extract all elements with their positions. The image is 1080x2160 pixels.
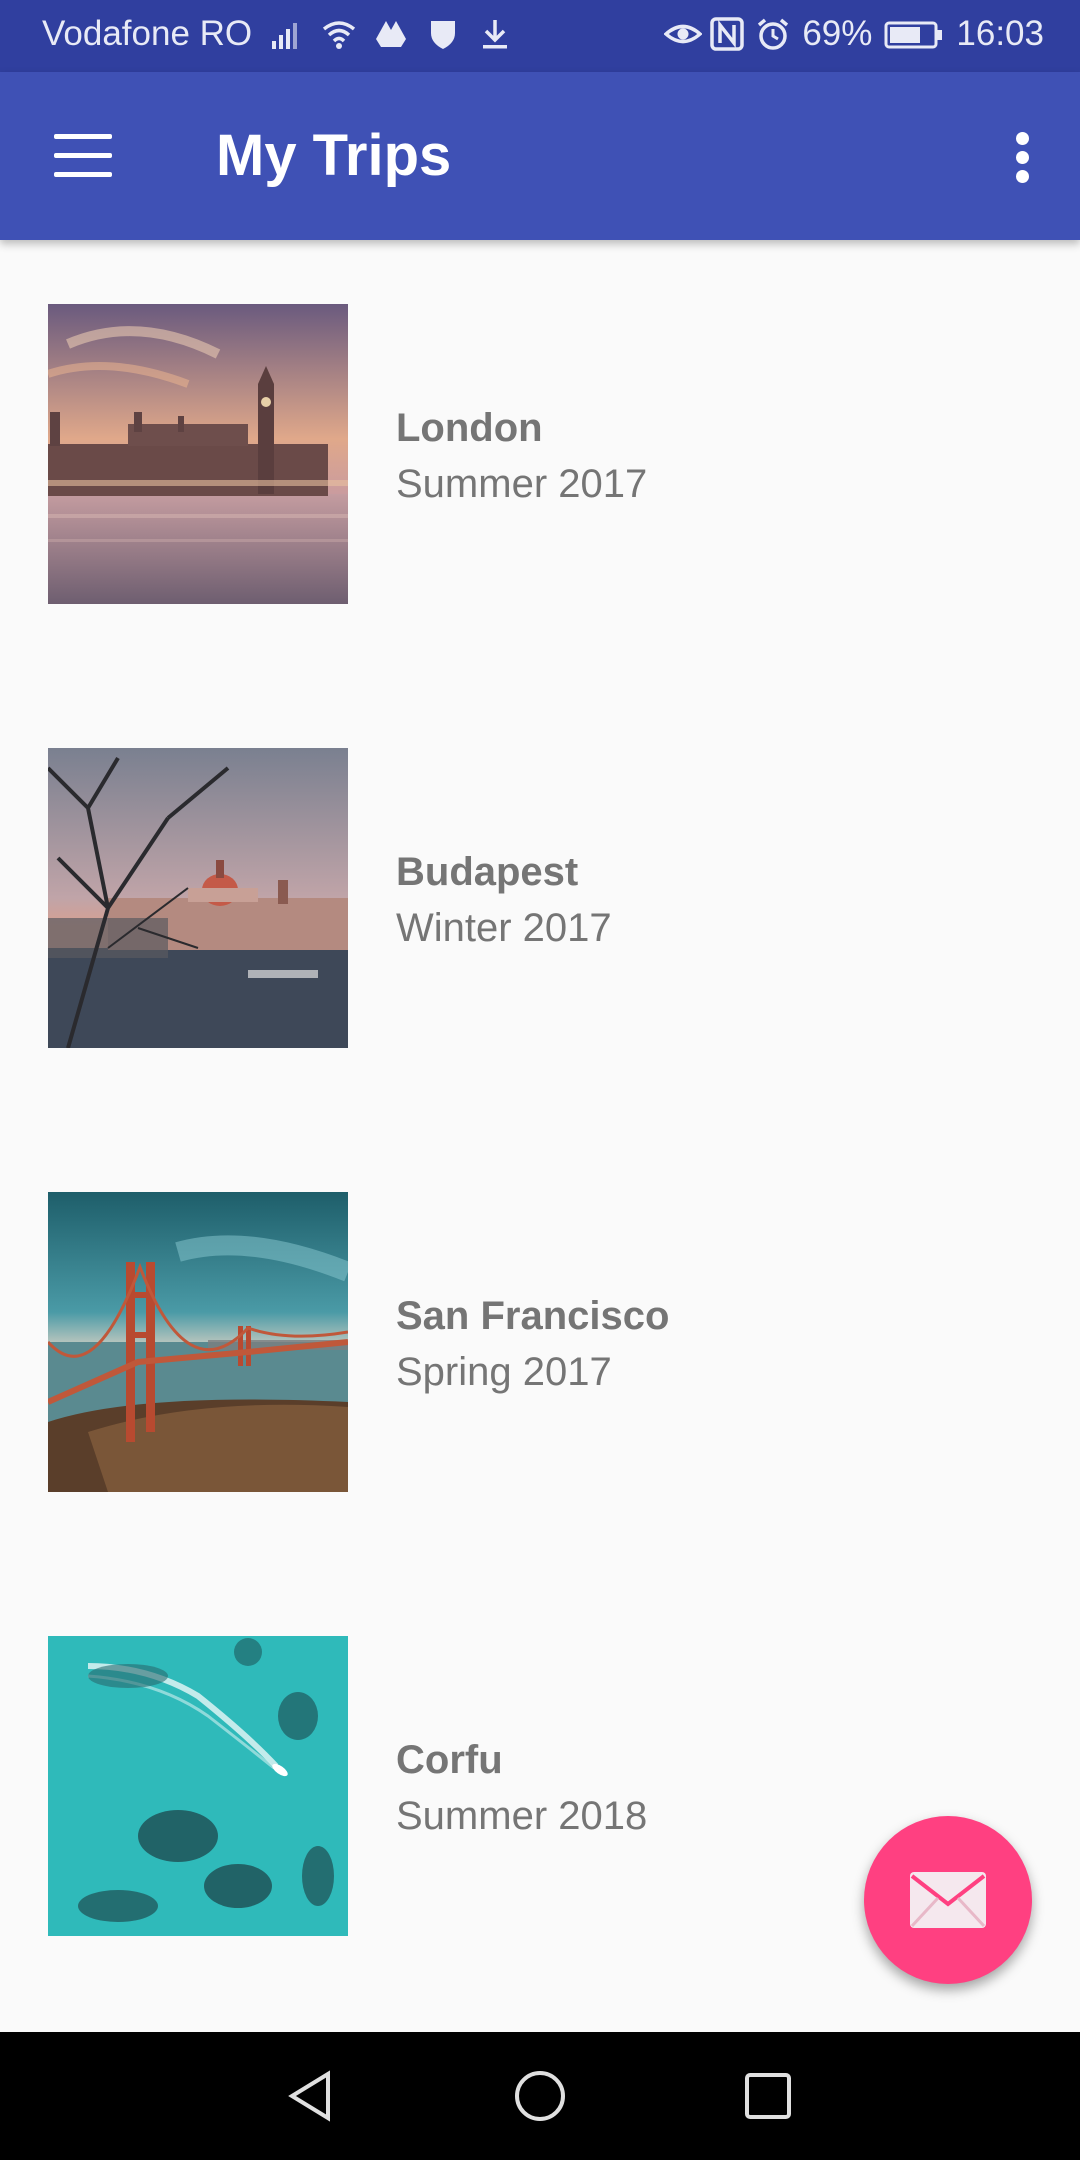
status-bar: Vodafone RO 69% 16:03 xyxy=(0,0,1080,72)
more-vert-icon[interactable] xyxy=(1016,132,1030,183)
eye-icon xyxy=(663,17,703,51)
trip-city: Corfu xyxy=(396,1738,503,1782)
drive-icon xyxy=(374,17,408,51)
mail-icon xyxy=(908,1870,988,1935)
trip-city: Budapest xyxy=(396,850,579,894)
page-title: My Trips xyxy=(216,123,452,188)
carrier-name: Vodafone RO xyxy=(42,14,253,53)
recents-icon[interactable] xyxy=(740,2068,796,2124)
trip-item-budapest[interactable]: Budapest Winter 2017 xyxy=(0,684,1080,1128)
app-bar: My Trips xyxy=(0,72,1080,240)
trip-city: London xyxy=(396,406,543,450)
trip-text: San Francisco Spring 2017 xyxy=(396,1288,669,1400)
trip-text: London Summer 2017 xyxy=(396,400,647,512)
hamburger-menu-icon[interactable] xyxy=(54,134,112,178)
wifi-icon xyxy=(322,17,356,51)
battery-percent: 69% xyxy=(802,14,873,53)
shield-icon xyxy=(426,17,460,51)
trip-season: Winter 2017 xyxy=(396,906,612,950)
trip-text: Corfu Summer 2018 xyxy=(396,1732,647,1844)
nfc-icon xyxy=(710,17,745,51)
golden-gate-bridge-photo xyxy=(48,1192,348,1492)
turquoise-sea-boat-photo xyxy=(48,1636,348,1936)
trip-item-san-francisco[interactable]: San Francisco Spring 2017 xyxy=(0,1128,1080,1572)
signal-icon xyxy=(270,17,304,51)
status-bar-right: 69% 16:03 xyxy=(663,14,1044,54)
status-time: 16:03 xyxy=(956,14,1044,53)
trip-text: Budapest Winter 2017 xyxy=(396,844,612,956)
home-icon[interactable] xyxy=(512,2068,568,2124)
london-parliament-photo xyxy=(48,304,348,604)
trip-season: Spring 2017 xyxy=(396,1350,612,1394)
trip-season: Summer 2017 xyxy=(396,462,648,506)
download-icon xyxy=(478,17,512,51)
trip-item-london[interactable]: London Summer 2017 xyxy=(0,240,1080,684)
alarm-icon xyxy=(756,17,790,51)
back-icon[interactable] xyxy=(282,2068,338,2124)
trip-season: Summer 2018 xyxy=(396,1794,648,1838)
trip-city: San Francisco xyxy=(396,1294,670,1338)
system-nav-bar xyxy=(0,2032,1080,2160)
budapest-parliament-photo xyxy=(48,748,348,1048)
status-bar-left: Vodafone RO xyxy=(42,14,512,54)
battery-icon xyxy=(884,17,944,51)
compose-mail-fab[interactable] xyxy=(864,1816,1032,1984)
